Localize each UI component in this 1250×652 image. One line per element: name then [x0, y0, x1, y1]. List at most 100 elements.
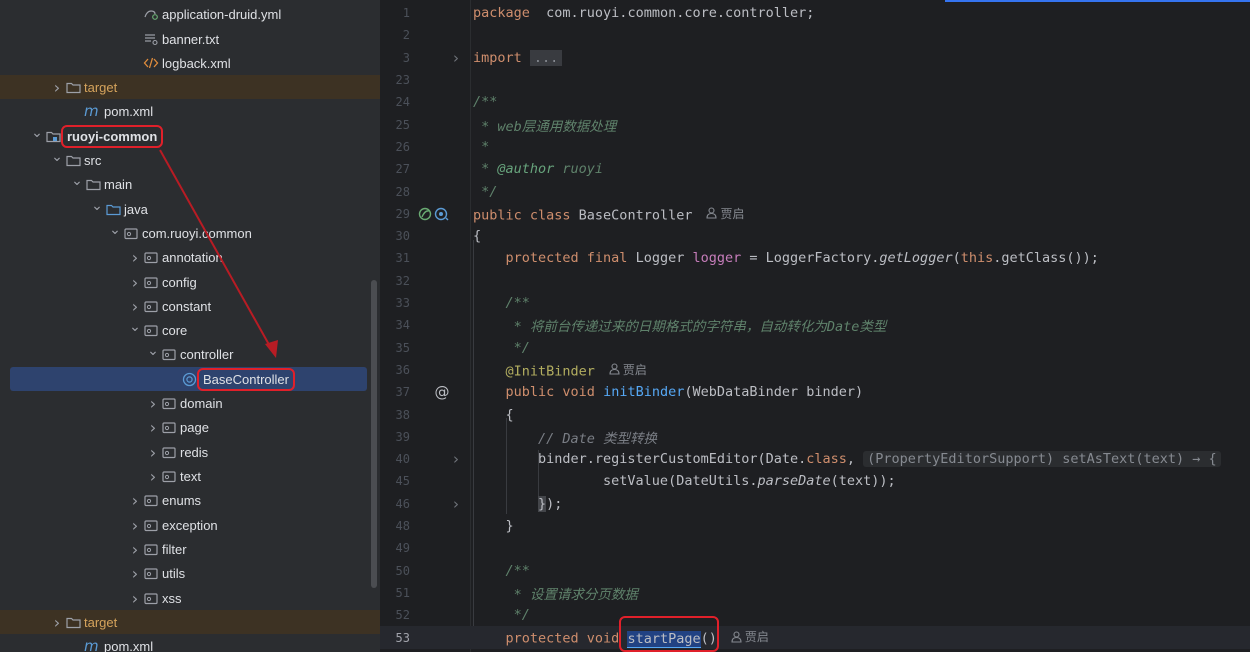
code-line[interactable]: 27 * @author ruoyi — [380, 158, 1250, 180]
tree-item[interactable]: ⌄ ruoyi-common — [0, 124, 380, 148]
code-line[interactable]: 33 /** — [380, 292, 1250, 314]
code-line[interactable]: 37 @ public void initBinder(WebDataBinder… — [380, 381, 1250, 403]
package-icon — [142, 322, 160, 338]
chevron-down-icon[interactable]: ⌄ — [30, 125, 44, 141]
code-line[interactable]: 2 — [380, 24, 1250, 46]
code-line[interactable]: 30 { — [380, 225, 1250, 247]
tree-item[interactable]: › config — [0, 270, 380, 294]
fold-chevron-icon[interactable]: › — [453, 495, 459, 513]
tree-item[interactable]: ⌄ src — [0, 148, 380, 172]
tree-item[interactable]: ⌄ java — [0, 197, 380, 221]
tree-item[interactable]: › filter — [0, 537, 380, 561]
chevron-right-icon[interactable]: › — [50, 78, 64, 97]
code-line[interactable]: 25 * web层通用数据处理 — [380, 114, 1250, 136]
keyword-token: public void — [505, 384, 604, 401]
code-line[interactable]: 29 public class BaseController 贾启 — [380, 203, 1250, 225]
fold-chevron-icon[interactable]: › — [453, 450, 459, 468]
tree-scrollbar[interactable] — [371, 280, 377, 588]
chevron-right-icon[interactable]: › — [146, 418, 160, 437]
chevron-right-icon[interactable]: › — [128, 540, 142, 559]
tree-item[interactable]: m pom.xml — [0, 634, 380, 652]
tree-item[interactable]: › enums — [0, 488, 380, 512]
code-editor[interactable]: 1 package com.ruoyi.common.core.controlle… — [380, 0, 1250, 652]
code-line[interactable]: 51 * 设置请求分页数据 — [380, 582, 1250, 604]
tree-item[interactable]: › page — [0, 415, 380, 439]
folded-region[interactable]: ... — [529, 49, 563, 66]
chevron-right-icon[interactable]: › — [128, 589, 142, 608]
chevron-right-icon[interactable]: › — [128, 516, 142, 535]
tree-item[interactable]: › constant — [0, 294, 380, 318]
tree-item[interactable]: › utils — [0, 561, 380, 585]
chevron-down-icon[interactable]: ⌄ — [128, 319, 142, 335]
code-line[interactable]: 49 — [380, 537, 1250, 559]
tree-item[interactable]: ⌄ com.ruoyi.common — [0, 221, 380, 245]
code-text: }); — [473, 495, 562, 512]
code-line[interactable]: 39 // Date 类型转换 — [380, 426, 1250, 448]
tree-item[interactable]: ⌄ controller — [0, 342, 380, 366]
code-line[interactable]: 1 package com.ruoyi.common.core.controlle… — [380, 2, 1250, 24]
tree-item[interactable]: logback.xml — [0, 51, 380, 75]
code-token: { — [473, 406, 514, 423]
code-line[interactable]: 31 protected final Logger logger = Logge… — [380, 247, 1250, 269]
override-gutter-icon[interactable]: @ — [430, 383, 454, 401]
code-line[interactable]: 52 */ — [380, 604, 1250, 626]
code-line[interactable]: 40 › binder.registerCustomEditor(Date.cla… — [380, 448, 1250, 470]
code-line[interactable]: 50 /** — [380, 560, 1250, 582]
code-line[interactable]: 23 — [380, 69, 1250, 91]
tree-item[interactable]: › redis — [0, 440, 380, 464]
code-line[interactable]: 46 › }); — [380, 493, 1250, 515]
chevron-right-icon[interactable]: › — [128, 491, 142, 510]
chevron-right-icon[interactable]: › — [128, 248, 142, 267]
line-number: 23 — [395, 73, 410, 88]
fold-chevron-icon[interactable]: › — [453, 49, 459, 67]
tree-item[interactable]: BaseController — [0, 367, 380, 391]
tree-item[interactable]: › xss — [0, 586, 380, 610]
tree-item[interactable]: › domain — [0, 391, 380, 415]
chevron-right-icon[interactable]: › — [50, 613, 64, 632]
chevron-down-icon[interactable]: ⌄ — [50, 149, 64, 165]
code-line[interactable]: 28 */ — [380, 180, 1250, 202]
inlay-hint[interactable]: (PropertyEditorSupport) setAsText(text) … — [863, 451, 1221, 468]
code-line[interactable]: 34 * 将前台传递过来的日期格式的字符串，自动转化为Date类型 — [380, 314, 1250, 336]
tree-item[interactable]: › annotation — [0, 245, 380, 269]
code-line[interactable]: 45 setValue(DateUtils.parseDate(text)); — [380, 470, 1250, 492]
code-line[interactable]: 35 */ — [380, 337, 1250, 359]
chevron-right-icon[interactable]: › — [146, 467, 160, 486]
line-number: 36 — [395, 362, 410, 377]
code-line[interactable]: 26 * — [380, 136, 1250, 158]
chevron-right-icon[interactable]: › — [128, 273, 142, 292]
tree-item[interactable]: › target — [0, 610, 380, 634]
code-line[interactable]: 48 } — [380, 515, 1250, 537]
tree-item[interactable]: ⌄ core — [0, 318, 380, 342]
code-token: { — [473, 228, 482, 245]
tree-item[interactable]: › exception — [0, 513, 380, 537]
package-icon — [142, 565, 160, 581]
chevron-down-icon[interactable]: ⌄ — [90, 198, 104, 214]
tree-item[interactable]: banner.txt — [0, 27, 380, 51]
chevron-right-icon[interactable]: › — [146, 443, 160, 462]
tree-item[interactable]: m pom.xml — [0, 99, 380, 123]
chevron-down-icon[interactable]: ⌄ — [70, 173, 84, 189]
code-line[interactable]: 38 { — [380, 403, 1250, 425]
code-author-hint[interactable]: 贾启 — [706, 205, 744, 222]
code-line[interactable]: 53 protected void startPage() 贾启 — [380, 626, 1250, 649]
code-text: protected final Logger logger = LoggerFa… — [473, 250, 1099, 266]
chevron-right-icon[interactable]: › — [128, 564, 142, 583]
code-line[interactable]: 32 — [380, 270, 1250, 292]
tree-item[interactable]: › text — [0, 464, 380, 488]
code-line[interactable]: 36 @InitBinder 贾启 — [380, 359, 1250, 381]
chevron-down-icon[interactable]: ⌄ — [108, 222, 122, 238]
code-line[interactable]: 24 /** — [380, 91, 1250, 113]
tree-item[interactable]: application-druid.yml — [0, 2, 380, 26]
tree-item-label: xss — [162, 590, 182, 606]
tree-item[interactable]: ⌄ main — [0, 172, 380, 196]
code-author-hint[interactable]: 贾启 — [609, 361, 647, 378]
code-author-hint[interactable]: 贾启 — [731, 628, 769, 645]
tree-item[interactable]: › target — [0, 75, 380, 99]
chevron-right-icon[interactable]: › — [146, 394, 160, 413]
code-line[interactable]: 3 › import ... — [380, 47, 1250, 69]
chevron-right-icon[interactable]: › — [128, 297, 142, 316]
spring-bean-gutter-icon[interactable] — [416, 206, 452, 222]
chevron-down-icon[interactable]: ⌄ — [146, 343, 160, 359]
